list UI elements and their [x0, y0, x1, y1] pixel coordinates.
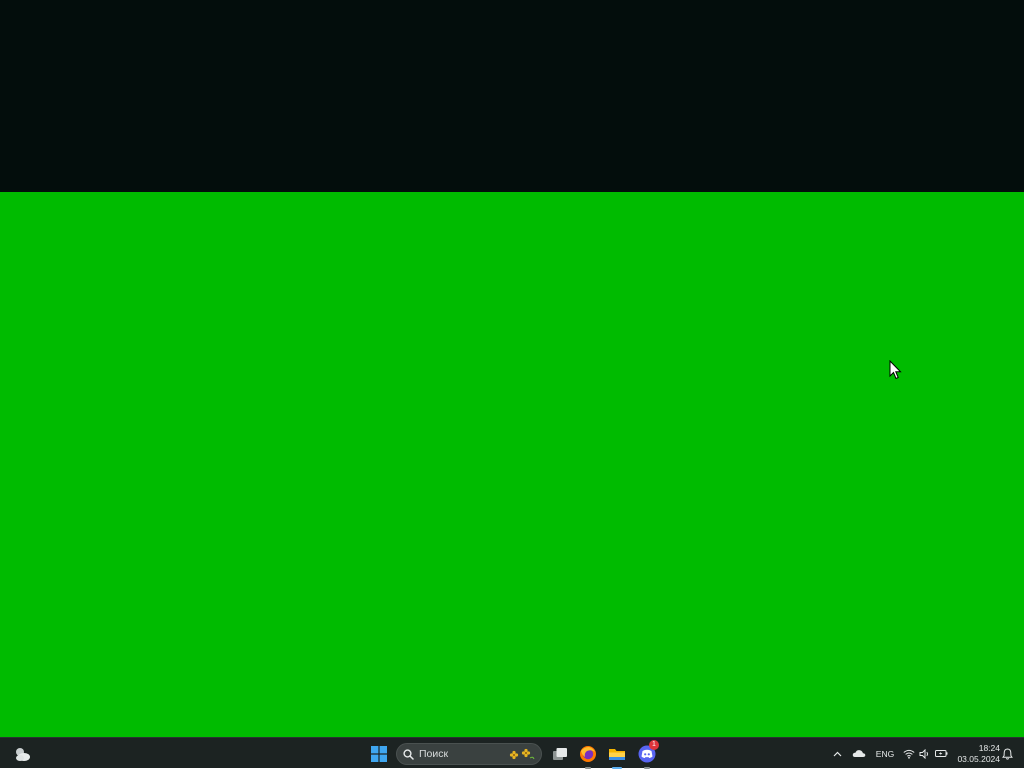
taskbar-app-file-explorer[interactable] [604, 741, 630, 769]
bell-icon [1001, 747, 1013, 760]
wifi-tray-button[interactable] [902, 738, 916, 769]
desktop-wallpaper [0, 192, 1024, 737]
battery-tray-button[interactable] [934, 738, 948, 769]
taskbar-app-discord[interactable]: 1 [634, 740, 660, 769]
clock-button[interactable]: 18:24 03.05.2024 [952, 738, 1000, 769]
notification-badge: 1 [649, 740, 659, 750]
cloud-icon [852, 750, 866, 757]
wifi-icon [903, 749, 915, 759]
task-view-button[interactable] [547, 741, 573, 767]
weather-partly-cloudy-icon [16, 748, 30, 761]
volume-icon [919, 748, 928, 759]
battery-charging-icon [934, 750, 947, 757]
task-view-icon [553, 748, 567, 760]
mouse-cursor-icon [889, 360, 902, 380]
search-icon [403, 748, 414, 760]
onedrive-tray-button[interactable] [850, 738, 868, 769]
folder-icon [609, 749, 625, 760]
desktop[interactable] [0, 0, 1024, 737]
search-placeholder: Поиск [419, 748, 449, 760]
firefox-icon [580, 746, 596, 762]
notifications-button[interactable] [1000, 738, 1014, 769]
volume-tray-button[interactable] [918, 738, 931, 769]
language-indicator[interactable]: ENG [872, 738, 898, 769]
windows-start-icon [371, 746, 387, 762]
taskbar-app-firefox[interactable] [575, 741, 601, 769]
start-button[interactable] [366, 741, 392, 767]
desktop-top-band [0, 0, 1024, 192]
clock-time: 18:24 [978, 742, 1000, 753]
chevron-up-icon [833, 751, 841, 756]
taskbar-search-box[interactable]: Поиск [396, 743, 542, 765]
flowers-doodle-icon [509, 748, 535, 760]
clock-date: 03.05.2024 [957, 753, 1000, 764]
taskbar: Поиск 1 ENG 18:24 03.05.2024 [0, 737, 1024, 769]
weather-widget[interactable] [10, 742, 34, 766]
show-hidden-icons-button[interactable] [829, 738, 845, 769]
